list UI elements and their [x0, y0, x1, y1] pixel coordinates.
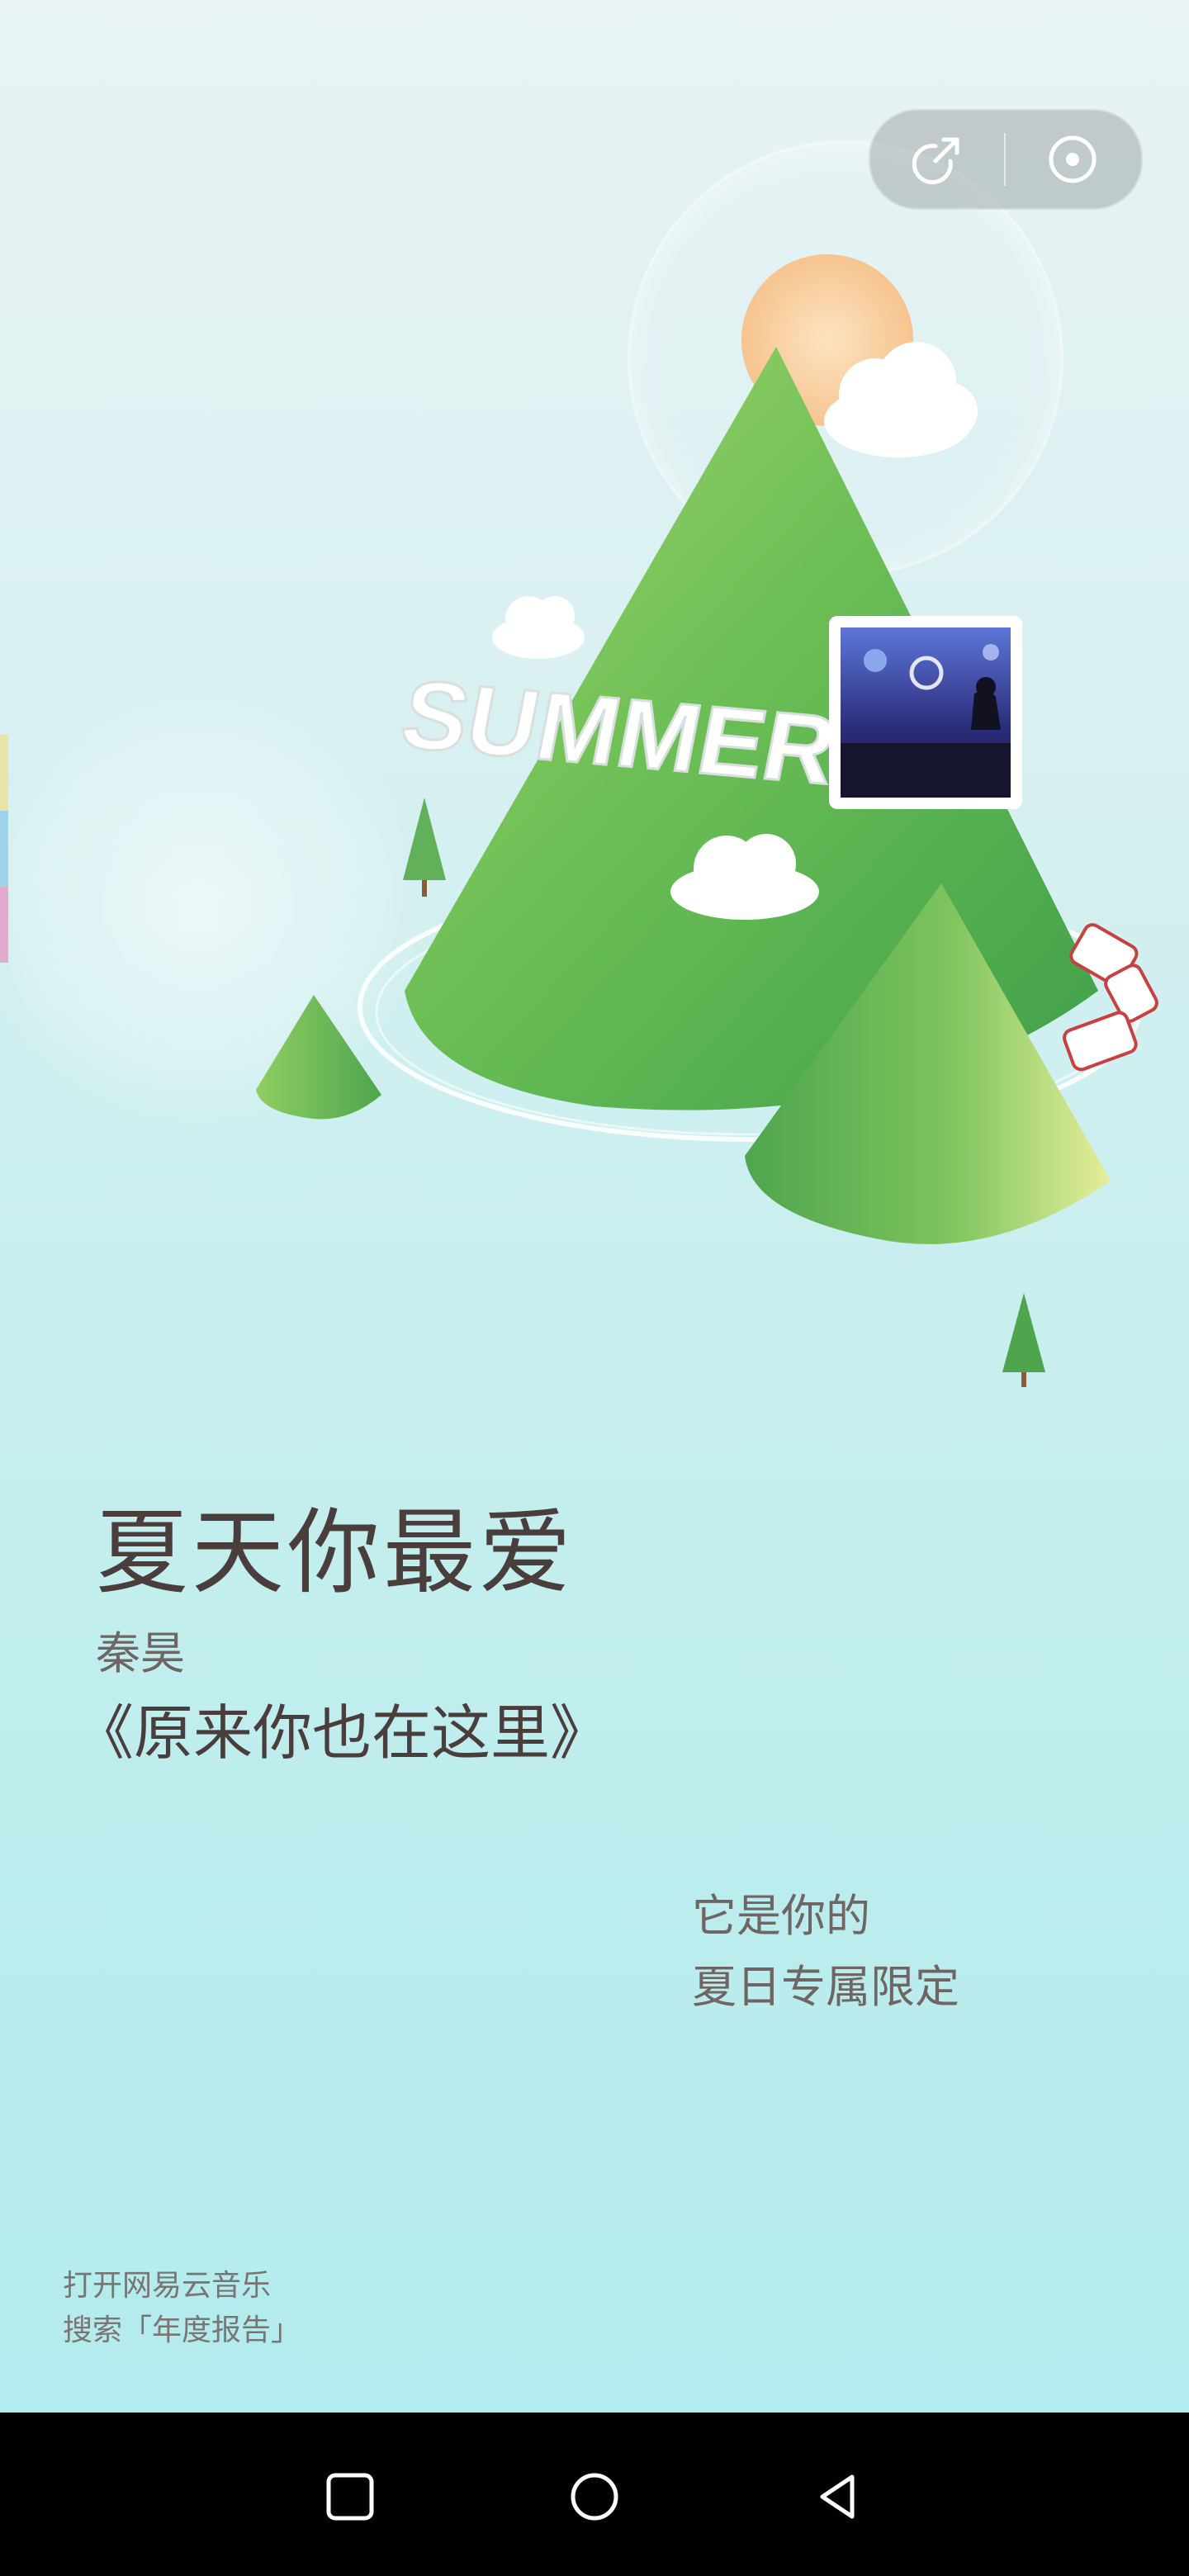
target-close-icon [1049, 135, 1097, 183]
footer-hint: 打开网易云音乐 搜索「年度报告」 [63, 2264, 301, 2353]
close-button[interactable] [1006, 111, 1139, 208]
tagline-line-1: 它是你的 [692, 1890, 870, 1942]
tree-left [403, 798, 446, 897]
edge-tab-blue[interactable] [0, 811, 8, 887]
footer-line-1: 打开网易云音乐 [63, 2269, 272, 2303]
edge-tabs [0, 735, 8, 963]
screen: SUMMER 夏天你最爱 秦昊 《原来你也在这里》 它是你的 夏日专属限定 打开… [0, 0, 1189, 2576]
tagline: 它是你的 夏日专属限定 [692, 1881, 959, 2023]
footer-line-2: 搜索「年度报告」 [63, 2313, 301, 2347]
square-recents-icon [326, 2473, 374, 2521]
home-button[interactable] [545, 2447, 644, 2546]
tree-bottom [1002, 1293, 1045, 1387]
edge-tab-pink[interactable] [0, 887, 8, 963]
share-arrow-icon [912, 137, 959, 185]
triangle-back-icon [820, 2474, 855, 2519]
album-art[interactable] [829, 616, 1022, 809]
tagline-line-2: 夏日专属限定 [692, 1961, 959, 2013]
share-button[interactable] [870, 111, 1004, 208]
edge-tab-yellow[interactable] [0, 735, 8, 811]
report-headline: 夏天你最爱 [96, 1499, 575, 1607]
system-nav-bar [0, 2413, 1189, 2576]
cloud-left [492, 596, 585, 659]
mini-program-capsule [869, 109, 1143, 210]
report-page: SUMMER 夏天你最爱 秦昊 《原来你也在这里》 它是你的 夏日专属限定 打开… [0, 0, 1189, 2413]
artist-name: 秦昊 [96, 1627, 185, 1679]
summer-illustration: SUMMER [256, 254, 1158, 1387]
recents-button[interactable] [301, 2447, 400, 2546]
song-title: 《原来你也在这里》 [74, 1698, 610, 1768]
circle-home-icon [571, 2473, 618, 2521]
back-button[interactable] [789, 2447, 888, 2546]
